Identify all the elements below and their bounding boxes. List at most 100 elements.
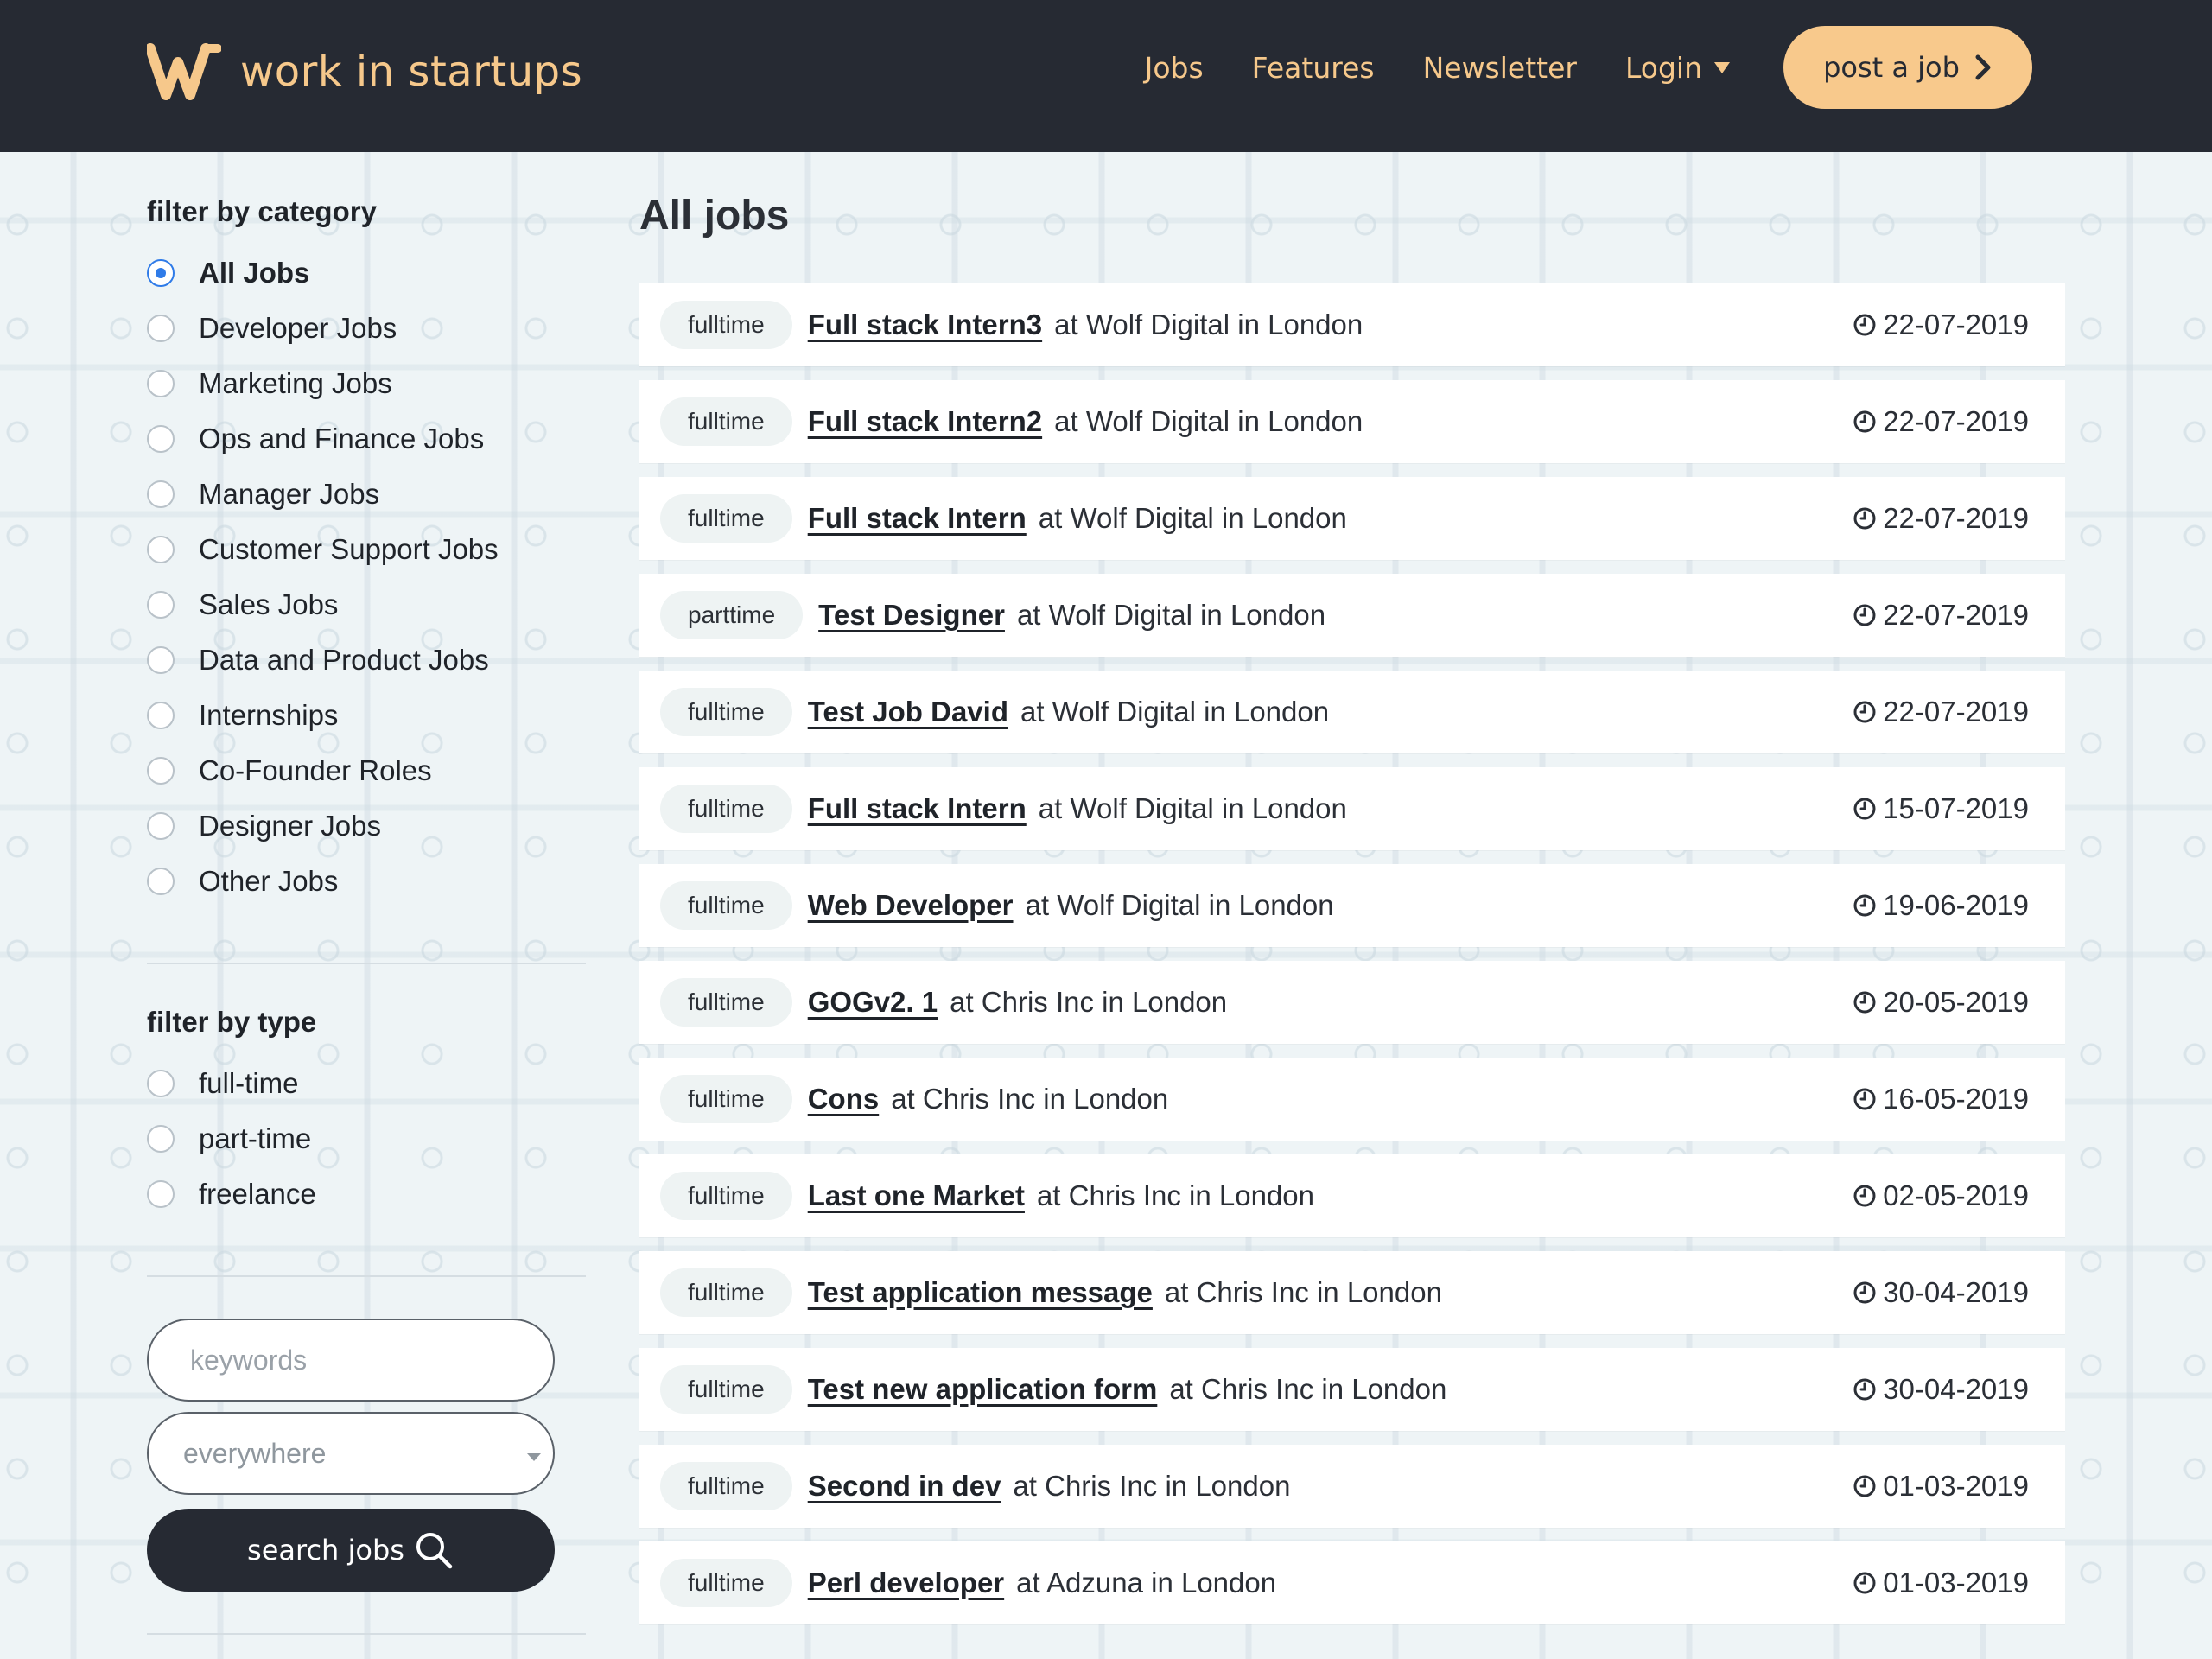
job-title-link[interactable]: Perl developer bbox=[808, 1567, 1004, 1599]
radio-selected-icon[interactable] bbox=[147, 259, 175, 287]
search-icon bbox=[416, 1533, 453, 1569]
type-option-freelance[interactable]: freelance bbox=[147, 1166, 586, 1222]
job-type-badge: fulltime bbox=[660, 301, 792, 349]
type-filter-heading: filter by type bbox=[147, 1006, 317, 1038]
job-title-link[interactable]: Web Developer bbox=[808, 889, 1014, 922]
location-select[interactable]: everywhere bbox=[147, 1412, 555, 1495]
job-company: at Chris Inc in London bbox=[1036, 1179, 1314, 1211]
job-title-link[interactable]: Cons bbox=[808, 1083, 880, 1116]
radio-icon[interactable] bbox=[147, 591, 175, 619]
job-title-link[interactable]: Test Designer bbox=[818, 599, 1005, 632]
type-option-full-time[interactable]: full-time bbox=[147, 1056, 586, 1111]
category-option-sales[interactable]: Sales Jobs bbox=[147, 577, 586, 632]
category-option-manager[interactable]: Manager Jobs bbox=[147, 467, 586, 522]
radio-icon[interactable] bbox=[147, 370, 175, 397]
job-type-badge: fulltime bbox=[660, 688, 792, 736]
job-row[interactable]: parttime Test Designer at Wolf Digital i… bbox=[639, 574, 2065, 657]
job-date-text: 22-07-2019 bbox=[1883, 405, 2029, 437]
category-label: Sales Jobs bbox=[199, 588, 339, 620]
category-option-data-product[interactable]: Data and Product Jobs bbox=[147, 632, 586, 688]
job-type-badge: fulltime bbox=[660, 881, 792, 930]
job-row[interactable]: fulltime Full stack Intern2 at Wolf Digi… bbox=[639, 380, 2065, 463]
job-title-link[interactable]: Second in dev bbox=[808, 1470, 1001, 1503]
radio-icon[interactable] bbox=[147, 812, 175, 840]
job-title-link[interactable]: Test new application form bbox=[808, 1373, 1158, 1406]
job-company: at Wolf Digital in London bbox=[1020, 696, 1330, 728]
clock-icon bbox=[1853, 1572, 1876, 1594]
job-type-badge: fulltime bbox=[660, 494, 792, 543]
job-company: at Adzuna in London bbox=[1016, 1567, 1277, 1599]
job-row[interactable]: fulltime Full stack Intern at Wolf Digit… bbox=[639, 477, 2065, 560]
search-jobs-button[interactable]: search jobs bbox=[147, 1509, 555, 1592]
job-company: at Wolf Digital in London bbox=[1054, 308, 1363, 340]
radio-icon[interactable] bbox=[147, 315, 175, 342]
category-label: Manager Jobs bbox=[199, 478, 380, 510]
job-row[interactable]: fulltime Test new application form at Ch… bbox=[639, 1348, 2065, 1431]
job-company: at Wolf Digital in London bbox=[1038, 792, 1347, 824]
radio-icon[interactable] bbox=[147, 868, 175, 895]
job-type-badge: fulltime bbox=[660, 1365, 792, 1414]
job-row[interactable]: fulltime Second in dev at Chris Inc in L… bbox=[639, 1445, 2065, 1528]
job-row[interactable]: fulltime Last one Market at Chris Inc in… bbox=[639, 1154, 2065, 1237]
job-row[interactable]: fulltime Full stack Intern3 at Wolf Digi… bbox=[639, 283, 2065, 366]
job-title-link[interactable]: Test Job David bbox=[808, 696, 1008, 728]
login-dropdown[interactable]: Login bbox=[1625, 51, 1730, 85]
radio-icon[interactable] bbox=[147, 1070, 175, 1097]
category-option-co-founder[interactable]: Co-Founder Roles bbox=[147, 743, 586, 798]
job-row[interactable]: fulltime Cons at Chris Inc in London 16-… bbox=[639, 1058, 2065, 1141]
radio-icon[interactable] bbox=[147, 480, 175, 508]
job-title-link[interactable]: Full stack Intern3 bbox=[808, 308, 1042, 341]
radio-icon[interactable] bbox=[147, 425, 175, 453]
radio-icon[interactable] bbox=[147, 1180, 175, 1208]
radio-icon[interactable] bbox=[147, 1125, 175, 1153]
radio-icon[interactable] bbox=[147, 757, 175, 785]
job-row[interactable]: fulltime Perl developer at Adzuna in Lon… bbox=[639, 1541, 2065, 1624]
job-company: at Chris Inc in London bbox=[950, 986, 1228, 1018]
job-date: 01-03-2019 bbox=[1852, 1541, 2029, 1624]
clock-icon bbox=[1853, 991, 1876, 1014]
nav-jobs-link[interactable]: Jobs bbox=[1145, 51, 1204, 85]
job-row[interactable]: fulltime Web Developer at Wolf Digital i… bbox=[639, 864, 2065, 947]
job-row[interactable]: fulltime GOGv2. 1 at Chris Inc in London… bbox=[639, 961, 2065, 1044]
job-date: 22-07-2019 bbox=[1852, 380, 2029, 463]
job-row[interactable]: fulltime Test Job David at Wolf Digital … bbox=[639, 671, 2065, 753]
job-title-link[interactable]: Test application message bbox=[808, 1276, 1153, 1309]
job-company: at Chris Inc in London bbox=[891, 1083, 1169, 1115]
category-option-ops-finance[interactable]: Ops and Finance Jobs bbox=[147, 411, 586, 467]
nav-features-link[interactable]: Features bbox=[1252, 51, 1375, 85]
brand-logo[interactable]: work in startups bbox=[147, 43, 582, 100]
job-row[interactable]: fulltime Full stack Intern at Wolf Digit… bbox=[639, 767, 2065, 850]
radio-icon[interactable] bbox=[147, 646, 175, 674]
job-title-link[interactable]: Last one Market bbox=[808, 1179, 1025, 1212]
post-a-job-button[interactable]: post a job bbox=[1783, 26, 2032, 109]
sidebar-divider bbox=[147, 1633, 586, 1635]
category-label: All Jobs bbox=[199, 257, 310, 289]
sidebar-divider bbox=[147, 963, 586, 964]
radio-icon[interactable] bbox=[147, 536, 175, 563]
job-date-text: 15-07-2019 bbox=[1883, 792, 2029, 824]
category-option-marketing[interactable]: Marketing Jobs bbox=[147, 356, 586, 411]
job-title-link[interactable]: Full stack Intern bbox=[808, 792, 1027, 825]
job-company: at Wolf Digital in London bbox=[1025, 889, 1334, 921]
category-option-all-jobs[interactable]: All Jobs bbox=[147, 245, 586, 301]
category-filter-heading: filter by category bbox=[147, 195, 377, 227]
category-option-other[interactable]: Other Jobs bbox=[147, 854, 586, 909]
clock-icon bbox=[1853, 1378, 1876, 1401]
category-label: Designer Jobs bbox=[199, 810, 381, 842]
job-title-link[interactable]: Full stack Intern bbox=[808, 502, 1027, 535]
category-option-designer[interactable]: Designer Jobs bbox=[147, 798, 586, 854]
clock-icon bbox=[1853, 798, 1876, 820]
job-company: at Wolf Digital in London bbox=[1054, 405, 1363, 437]
category-option-customer-support[interactable]: Customer Support Jobs bbox=[147, 522, 586, 577]
job-title-link[interactable]: GOGv2. 1 bbox=[808, 986, 938, 1019]
radio-icon[interactable] bbox=[147, 702, 175, 729]
category-option-developer[interactable]: Developer Jobs bbox=[147, 301, 586, 356]
job-row[interactable]: fulltime Test application message at Chr… bbox=[639, 1251, 2065, 1334]
job-type-badge: fulltime bbox=[660, 1172, 792, 1220]
nav-newsletter-link[interactable]: Newsletter bbox=[1423, 51, 1577, 85]
category-option-internships[interactable]: Internships bbox=[147, 688, 586, 743]
job-date-text: 22-07-2019 bbox=[1883, 502, 2029, 534]
job-title-link[interactable]: Full stack Intern2 bbox=[808, 405, 1042, 438]
keywords-input[interactable]: keywords bbox=[147, 1319, 555, 1402]
type-option-part-time[interactable]: part-time bbox=[147, 1111, 586, 1166]
